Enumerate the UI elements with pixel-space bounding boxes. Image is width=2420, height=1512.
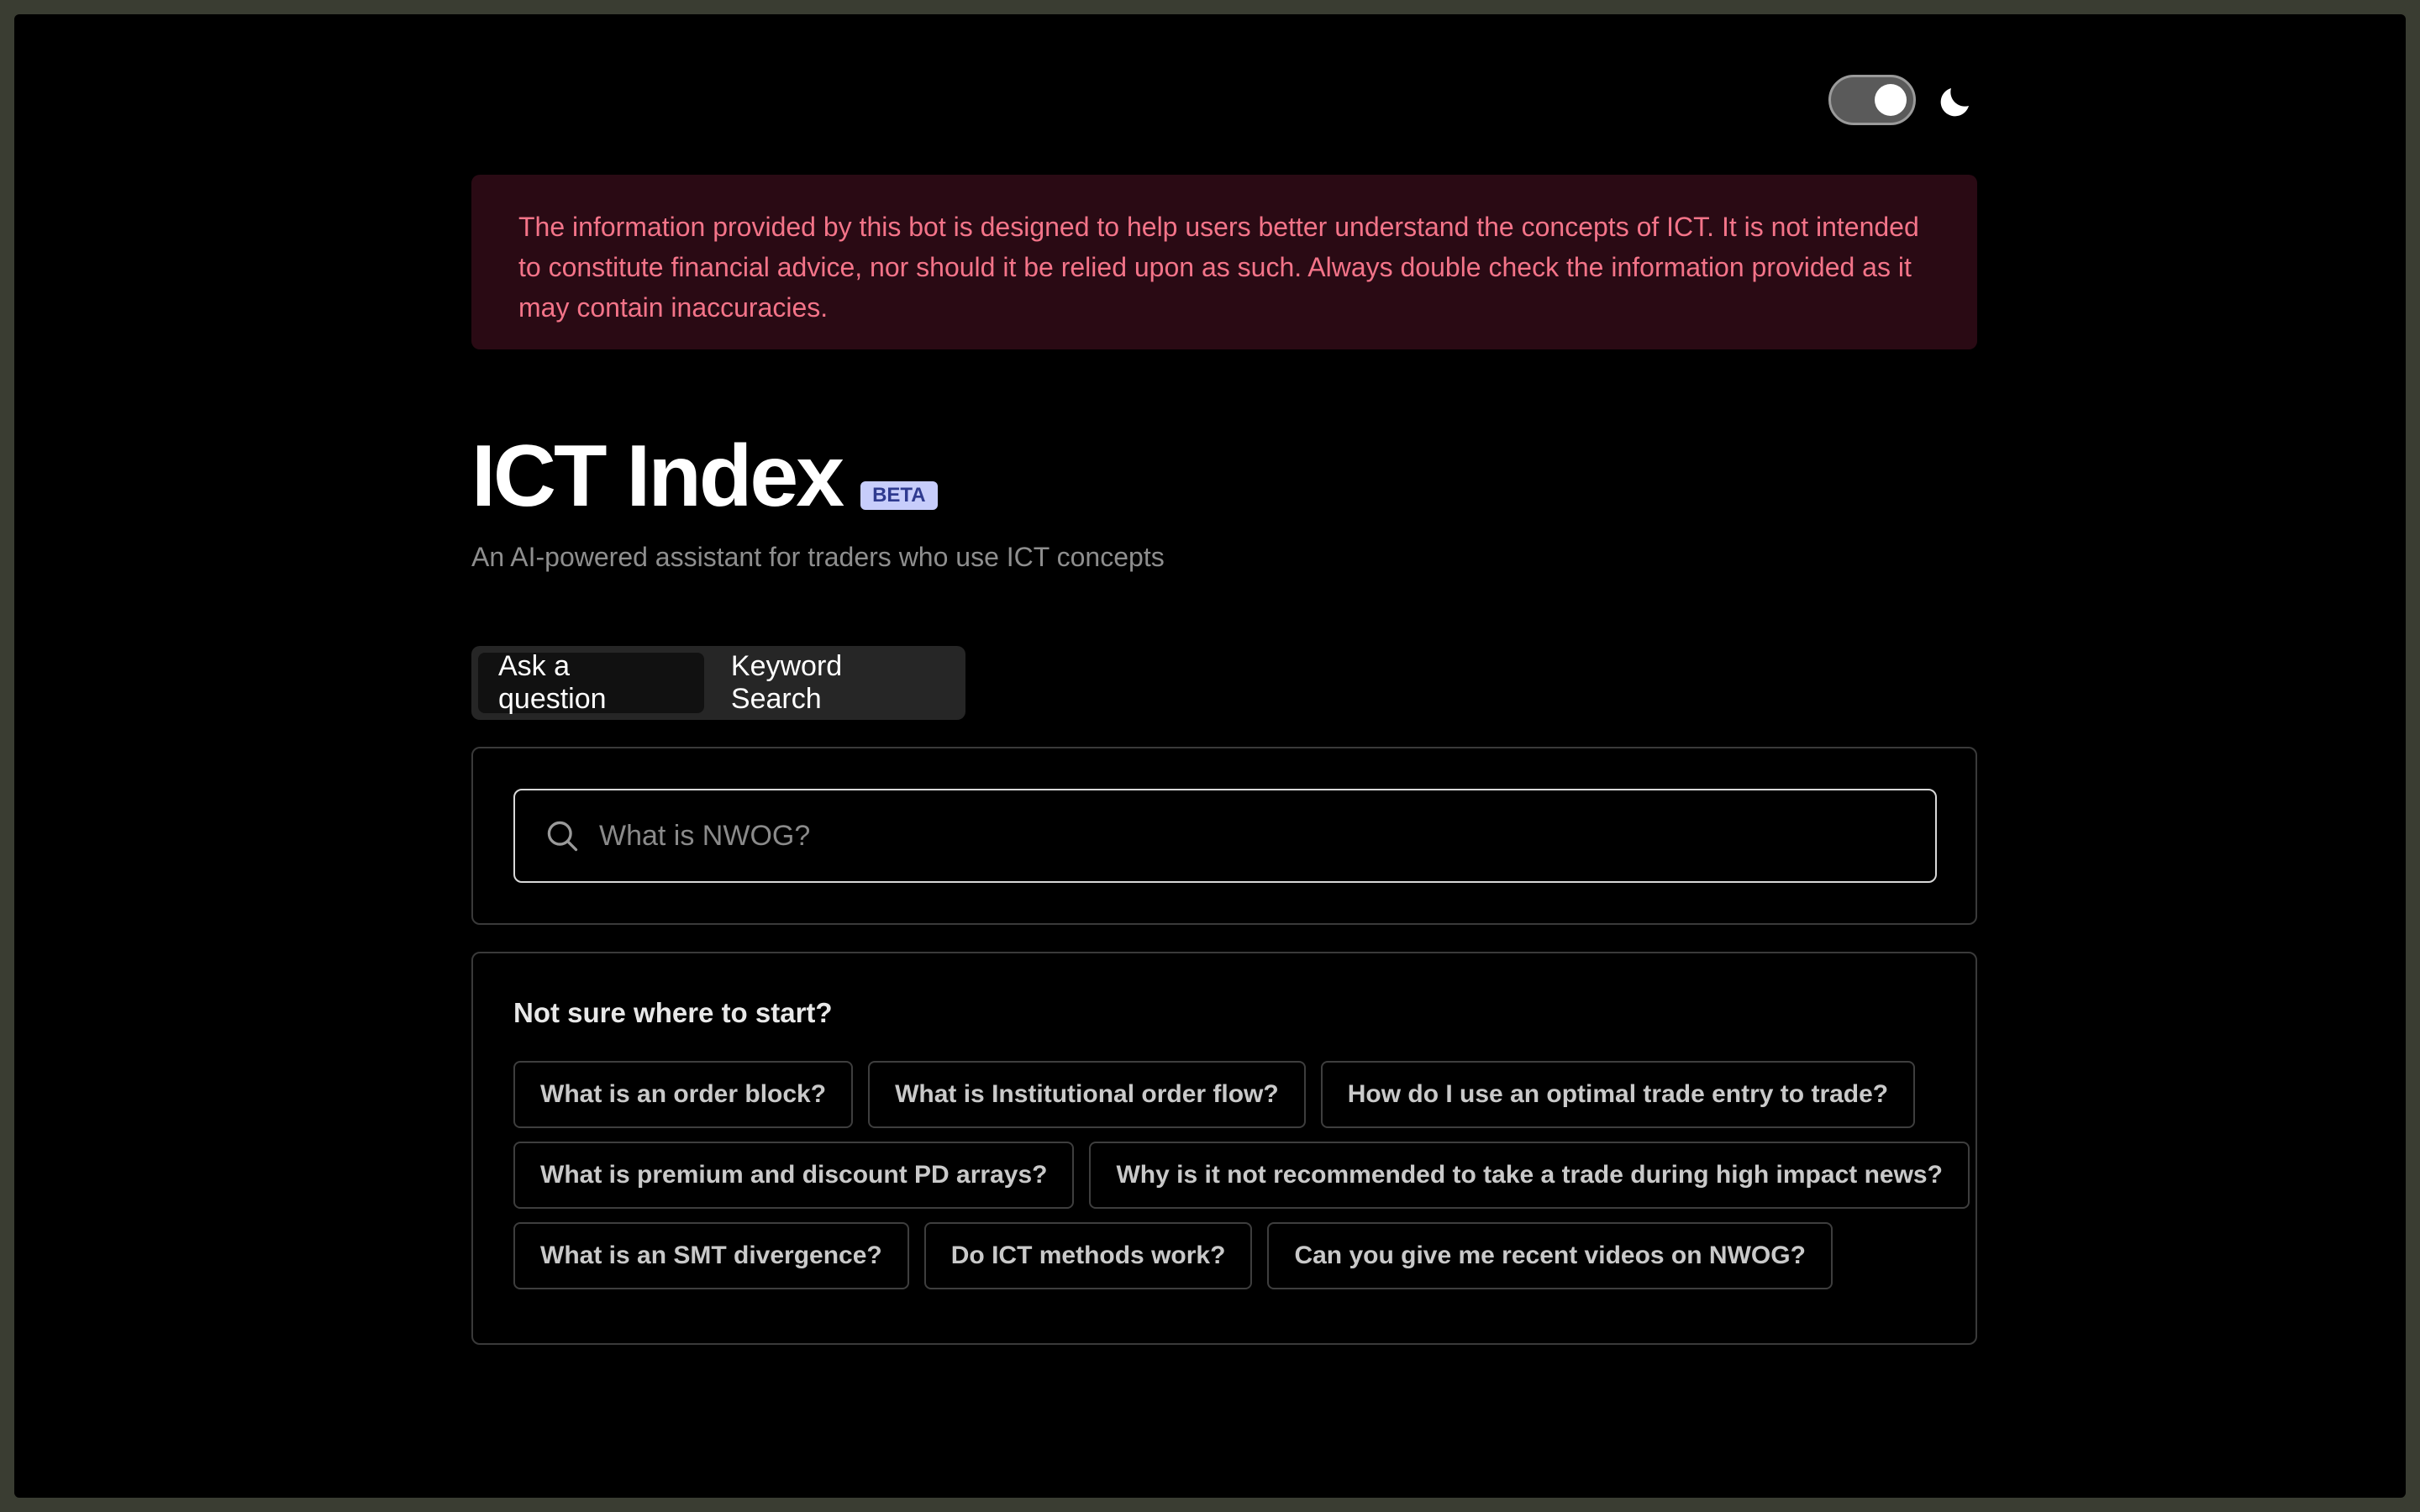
mode-tabs: Ask a question Keyword Search — [471, 646, 965, 720]
page-title: ICT Index — [471, 428, 844, 525]
search-panel — [471, 747, 1977, 925]
suggestion-chip[interactable]: Why is it not recommended to take a trad… — [1089, 1142, 1970, 1209]
suggestion-chip[interactable]: Can you give me recent videos on NWOG? — [1267, 1222, 1833, 1289]
moon-icon[interactable] — [1935, 81, 1975, 122]
title-row: ICT Index BETA — [471, 426, 938, 527]
search-icon — [547, 821, 578, 852]
suggestions-panel: Not sure where to start? What is an orde… — [471, 952, 1977, 1345]
disclaimer-banner: The information provided by this bot is … — [471, 175, 1977, 349]
theme-toggle[interactable] — [1828, 75, 1916, 125]
tab-ask-a-question[interactable]: Ask a question — [478, 650, 704, 715]
suggestion-chip[interactable]: How do I use an optimal trade entry to t… — [1320, 1061, 1916, 1128]
suggestion-row: What is an SMT divergence? Do ICT method… — [513, 1222, 1833, 1289]
suggestion-chip[interactable]: What is premium and discount PD arrays? — [513, 1142, 1075, 1209]
search-box[interactable] — [513, 789, 1937, 883]
suggestion-chip[interactable]: Do ICT methods work? — [923, 1222, 1253, 1289]
app-window: The information provided by this bot is … — [14, 14, 2406, 1498]
tab-keyword-search[interactable]: Keyword Search — [711, 650, 959, 715]
suggestion-chip[interactable]: What is Institutional order flow? — [868, 1061, 1306, 1128]
suggestion-chip[interactable]: What is an order block? — [513, 1061, 854, 1128]
beta-badge: BETA — [860, 481, 938, 510]
search-input[interactable] — [597, 818, 1935, 853]
suggestion-row: What is premium and discount PD arrays? … — [513, 1142, 1970, 1209]
suggestion-chip[interactable]: What is an SMT divergence? — [513, 1222, 909, 1289]
page-subtitle: An AI-powered assistant for traders who … — [471, 542, 1165, 572]
suggestions-heading: Not sure where to start? — [513, 997, 833, 1028]
toggle-knob — [1875, 84, 1907, 116]
suggestion-row: What is an order block? What is Institut… — [513, 1061, 1916, 1128]
